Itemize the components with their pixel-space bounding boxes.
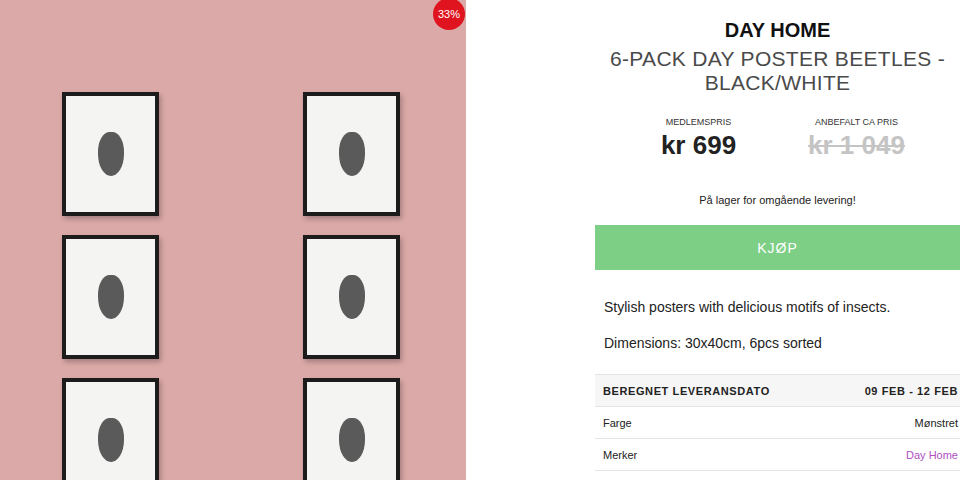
details-value: Mønstret bbox=[915, 417, 958, 429]
poster-mat bbox=[66, 96, 155, 212]
spacer bbox=[466, 0, 595, 480]
beetle-icon bbox=[98, 275, 124, 319]
details-row: BEREGNET LEVERANSDATO 09 FEB - 12 FEB bbox=[595, 374, 960, 407]
details-row: Farge Mønstret bbox=[595, 407, 960, 439]
beetle-icon bbox=[339, 275, 365, 319]
poster-frame bbox=[303, 378, 400, 480]
poster-frame bbox=[303, 235, 400, 359]
details-label: Farge bbox=[603, 417, 632, 429]
price-amount: kr 699 bbox=[624, 130, 774, 161]
poster-frame bbox=[62, 378, 159, 480]
details-value[interactable]: Day Home bbox=[906, 449, 958, 461]
price-row: MEDLEMSPRIS kr 699 ANBEFALT CA PRIS kr 1 04… bbox=[595, 117, 960, 161]
beetle-icon bbox=[98, 418, 124, 462]
poster-mat bbox=[66, 382, 155, 480]
poster-mat bbox=[307, 382, 396, 480]
description-line: Dimensions: 30x40cm, 6pcs sorted bbox=[604, 334, 951, 352]
poster-frames bbox=[0, 0, 466, 480]
beetle-icon bbox=[98, 132, 124, 176]
details-label: BEREGNET LEVERANSDATO bbox=[603, 385, 770, 397]
brand-name[interactable]: DAY HOME bbox=[595, 19, 960, 42]
price-label: ANBEFALT CA PRIS bbox=[782, 117, 932, 127]
poster-mat bbox=[307, 96, 396, 212]
stock-status: På lager for omgående levering! bbox=[595, 194, 960, 206]
beetle-icon bbox=[339, 132, 365, 176]
price-label: MEDLEMSPRIS bbox=[624, 117, 774, 127]
price: MEDLEMSPRIS kr 699 bbox=[624, 117, 774, 161]
details-row: Merker Day Home bbox=[595, 439, 960, 471]
beetle-icon bbox=[339, 418, 365, 462]
poster-mat bbox=[66, 239, 155, 355]
product-title: 6-PACK DAY POSTER BEETLES - BLACK/WHITE bbox=[595, 47, 960, 95]
details-table: BEREGNET LEVERANSDATO 09 FEB - 12 FEB Farg… bbox=[595, 374, 960, 471]
details-value: 09 FEB - 12 FEB bbox=[865, 385, 958, 397]
price: ANBEFALT CA PRIS kr 1 049 bbox=[782, 117, 932, 161]
description: Stylish posters with delicious motifs of… bbox=[595, 270, 960, 352]
buy-button[interactable]: KJØP bbox=[595, 225, 960, 270]
details-label: Merker bbox=[603, 449, 637, 461]
poster-frame bbox=[62, 235, 159, 359]
poster-frame bbox=[303, 92, 400, 216]
poster-frame bbox=[62, 92, 159, 216]
poster-mat bbox=[307, 239, 396, 355]
product-photo: 33% bbox=[0, 0, 466, 480]
discount-badge: 33% bbox=[433, 0, 465, 30]
product-info: DAY HOME 6-PACK DAY POSTER BEETLES - BLAC… bbox=[595, 0, 960, 480]
product-page: 33% DAY HOME 6-PACK DAY POSTER BEETLES - B… bbox=[0, 0, 960, 480]
price-amount: kr 1 049 bbox=[782, 130, 932, 161]
description-line: Stylish posters with delicious motifs of… bbox=[604, 298, 951, 316]
